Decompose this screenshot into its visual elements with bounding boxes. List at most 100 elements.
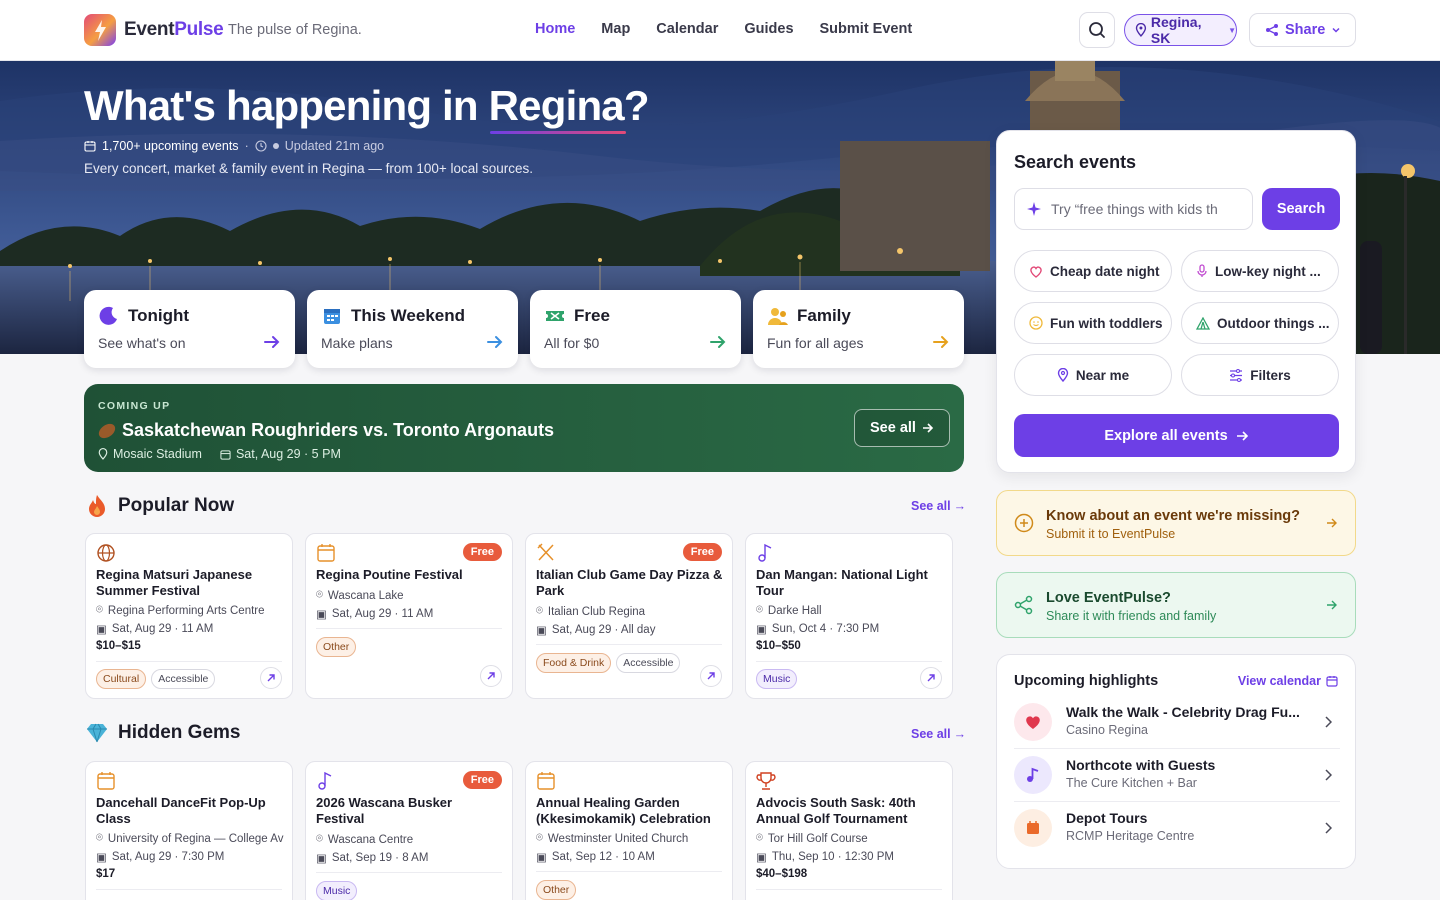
family-icon bbox=[768, 308, 788, 325]
location-pin-icon: ⌾ bbox=[756, 604, 763, 616]
search-icon bbox=[1089, 22, 1105, 38]
popular-see-all-link[interactable]: See all → bbox=[911, 499, 966, 513]
gems-heading: Hidden Gems bbox=[86, 722, 240, 744]
free-badge: Free bbox=[462, 543, 502, 561]
event-card[interactable]: Dancehall DanceFit Pop-Up Class ⌾ Univers… bbox=[85, 761, 293, 900]
coming-up-banner[interactable]: COMING UP Saskatchewan Roughriders vs. T… bbox=[84, 384, 964, 472]
location-pin-icon: ⌾ bbox=[536, 605, 543, 617]
calendar-icon bbox=[324, 309, 340, 324]
location-pin-icon bbox=[1135, 23, 1147, 37]
arrow-right-icon bbox=[1327, 518, 1337, 528]
arrow-right-icon bbox=[264, 336, 280, 348]
search-submit-button[interactable]: Search bbox=[1262, 188, 1340, 230]
coming-see-all-button[interactable]: See all bbox=[854, 409, 950, 447]
popular-heading: Popular Now bbox=[86, 494, 234, 518]
hero-meta: 1,700+ upcoming events · Updated 21m ago bbox=[84, 139, 384, 153]
city-selector[interactable]: Regina, SK ▼ bbox=[1124, 14, 1237, 46]
view-calendar-link[interactable]: View calendar bbox=[1238, 674, 1338, 688]
trophy-icon bbox=[756, 772, 776, 790]
location-pin-icon: ⌾ bbox=[536, 832, 543, 844]
explore-all-events-button[interactable]: Explore all events bbox=[1014, 414, 1339, 457]
chip-filters[interactable]: Filters bbox=[1181, 354, 1339, 396]
calendar-icon: ▣ bbox=[316, 609, 327, 621]
arrow-right-icon bbox=[1327, 600, 1337, 610]
tagline: The pulse of Regina. bbox=[228, 22, 362, 38]
event-card[interactable]: Advocis South Sask: 40th Annual Golf Tou… bbox=[745, 761, 953, 900]
arrow-up-right-icon bbox=[267, 674, 275, 682]
highlight-item[interactable]: Northcote with Guests The Cure Kitchen +… bbox=[1014, 752, 1340, 802]
highlight-item[interactable]: Depot Tours RCMP Heritage Centre bbox=[1014, 805, 1340, 853]
open-event-button[interactable] bbox=[480, 665, 502, 687]
tent-icon bbox=[1196, 316, 1210, 330]
nav-submit-event[interactable]: Submit Event bbox=[820, 21, 913, 37]
chip-fun-with-toddlers[interactable]: Fun with toddlers bbox=[1014, 302, 1172, 344]
utensils-icon bbox=[537, 543, 554, 561]
quick-card-family[interactable]: Family Fun for all ages bbox=[753, 290, 964, 368]
chevron-right-icon bbox=[1325, 769, 1332, 781]
sliders-icon bbox=[1230, 368, 1243, 382]
chip-outdoor-things[interactable]: Outdoor things ... bbox=[1181, 302, 1339, 344]
event-card[interactable]: Free Italian Club Game Day Pizza & Park … bbox=[525, 533, 733, 699]
event-card[interactable]: Dan Mangan: National Light Tour ⌾ Darke H… bbox=[745, 533, 953, 699]
arrow-right-icon bbox=[710, 336, 726, 348]
music-note-icon bbox=[758, 543, 772, 562]
microphone-icon bbox=[1197, 264, 1207, 277]
calendar-icon bbox=[1326, 676, 1338, 687]
free-badge: Free bbox=[462, 771, 502, 789]
caret-down-icon: ▼ bbox=[1228, 25, 1236, 35]
love-eventpulse-card[interactable]: Love EventPulse? Share it with friends a… bbox=[996, 572, 1356, 638]
search-heading: Search events bbox=[1014, 152, 1137, 172]
free-badge: Free bbox=[682, 543, 722, 561]
moon-icon bbox=[99, 306, 117, 325]
arrow-right-icon bbox=[922, 423, 934, 433]
calendar-icon: ▣ bbox=[756, 852, 767, 864]
chip-near-me[interactable]: Near me bbox=[1014, 354, 1172, 396]
submit-missing-event-card[interactable]: Know about an event we're missing? Submi… bbox=[996, 490, 1356, 556]
calendar-icon: ▣ bbox=[96, 624, 107, 636]
calendar-icon: ▣ bbox=[756, 624, 767, 636]
highlight-item[interactable]: Walk the Walk - Celebrity Drag Fu... Cas… bbox=[1014, 699, 1340, 749]
quick-card-free[interactable]: Free All for $0 bbox=[530, 290, 741, 368]
sparkle-icon bbox=[1027, 202, 1041, 216]
live-dot-icon bbox=[272, 143, 279, 149]
open-event-button[interactable] bbox=[920, 667, 942, 689]
open-event-button[interactable] bbox=[700, 665, 722, 687]
nav-guides[interactable]: Guides bbox=[744, 21, 793, 37]
logo-icon[interactable] bbox=[84, 14, 116, 46]
open-event-button[interactable] bbox=[260, 667, 282, 689]
coming-title: Saskatchewan Roughriders vs. Toronto Arg… bbox=[122, 420, 555, 440]
arrow-right-icon bbox=[1236, 430, 1248, 441]
music-note-icon bbox=[318, 771, 332, 790]
event-card[interactable]: Regina Matsuri Japanese Summer Festival … bbox=[85, 533, 293, 699]
chevron-down-icon bbox=[1332, 27, 1340, 33]
quick-card-tonight[interactable]: Tonight See what's on bbox=[84, 290, 295, 368]
event-card[interactable]: Free Regina Poutine Festival ⌾ Wascana La… bbox=[305, 533, 513, 699]
nav-home[interactable]: Home bbox=[535, 21, 575, 37]
search-input[interactable]: Try “free things with kids th bbox=[1014, 188, 1253, 230]
globe-icon bbox=[97, 544, 115, 562]
share-icon bbox=[1014, 595, 1033, 615]
event-card[interactable]: Annual Healing Garden (Kkesimokamik) Cel… bbox=[525, 761, 733, 900]
search-button[interactable] bbox=[1079, 12, 1115, 48]
location-pin-icon: ⌾ bbox=[96, 604, 103, 616]
calendar-icon bbox=[84, 141, 96, 152]
quick-card-weekend[interactable]: This Weekend Make plans bbox=[307, 290, 518, 368]
arrow-right-icon bbox=[487, 336, 503, 348]
ticket-icon bbox=[546, 311, 564, 321]
chip-low-key-night[interactable]: Low-key night ... bbox=[1181, 250, 1339, 292]
main-nav: Home Map Calendar Guides Submit Event bbox=[535, 21, 912, 37]
calendar-icon bbox=[220, 449, 231, 460]
nav-map[interactable]: Map bbox=[601, 21, 630, 37]
calendar-icon bbox=[1014, 809, 1052, 847]
chip-cheap-date-night[interactable]: Cheap date night bbox=[1014, 250, 1172, 292]
hero-title: What's happening in Regina? bbox=[84, 82, 650, 129]
brand-name[interactable]: EventPulse bbox=[124, 19, 224, 41]
upcoming-highlights-panel: Upcoming highlights View calendar Walk t… bbox=[996, 654, 1356, 869]
updated-time: Updated 21m ago bbox=[284, 139, 385, 153]
plus-circle-icon bbox=[1014, 513, 1034, 533]
heart-icon bbox=[1014, 703, 1052, 741]
share-button[interactable]: Share bbox=[1249, 13, 1356, 47]
gems-see-all-link[interactable]: See all → bbox=[911, 727, 966, 741]
nav-calendar[interactable]: Calendar bbox=[656, 21, 718, 37]
event-card[interactable]: Free 2026 Wascana Busker Festival ⌾ Wasca… bbox=[305, 761, 513, 900]
